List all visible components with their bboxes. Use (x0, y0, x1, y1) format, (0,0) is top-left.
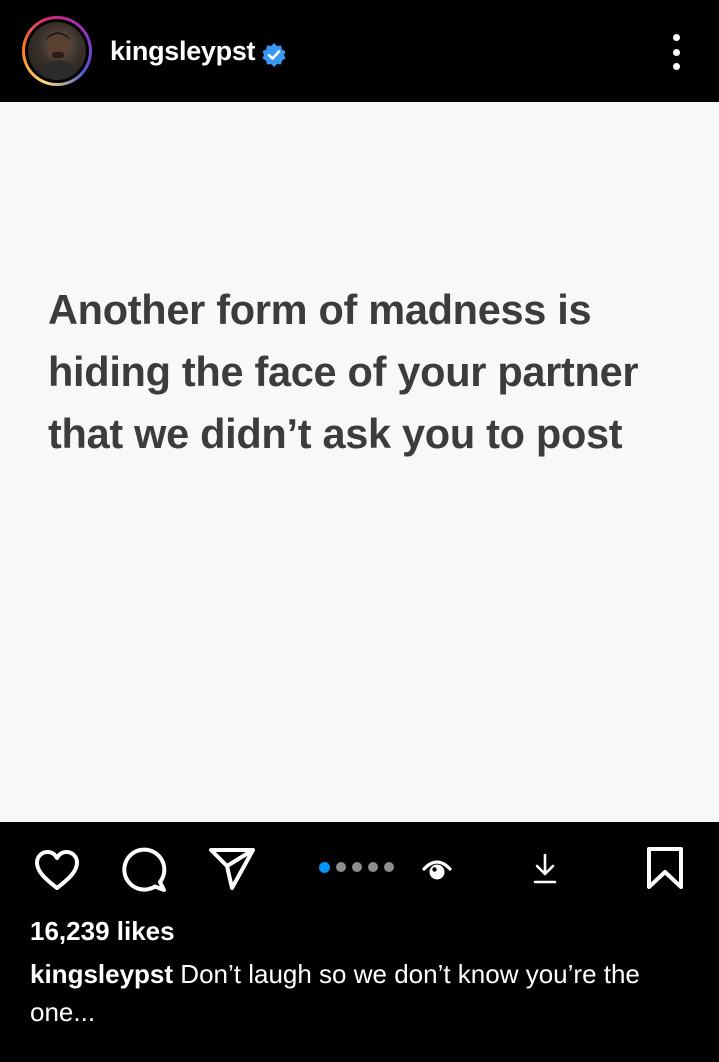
eye-view-icon[interactable] (421, 855, 453, 883)
like-count[interactable]: 16,239 likes (30, 916, 175, 947)
carousel-indicator (319, 861, 394, 873)
post-image[interactable]: Another form of madness is hiding the fa… (0, 102, 719, 822)
carousel-dot (336, 862, 346, 872)
username[interactable]: kingsleypst (110, 36, 256, 67)
post-text-line: hiding the face of your partner (48, 348, 639, 395)
story-ring[interactable] (22, 16, 92, 86)
post-text: Another form of madness is hiding the fa… (48, 279, 708, 465)
like-heart-icon[interactable] (34, 849, 80, 891)
post-text-line: Another form of madness is (48, 286, 592, 333)
post-header: kingsleypst (0, 0, 719, 102)
caption-username[interactable]: kingsleypst (30, 959, 173, 989)
comment-icon[interactable] (121, 846, 169, 894)
verified-badge-icon (262, 43, 286, 67)
save-bookmark-icon[interactable] (645, 846, 685, 890)
carousel-dot (384, 862, 394, 872)
more-options-icon[interactable] (664, 34, 688, 70)
caption: kingsleypst Don’t laugh so we don’t know… (30, 955, 690, 1031)
download-icon[interactable] (531, 852, 559, 886)
post-text-line: that we didn’t ask you to post (48, 410, 623, 457)
carousel-dot (319, 861, 330, 873)
avatar[interactable] (28, 22, 86, 80)
share-send-icon[interactable] (207, 846, 257, 892)
carousel-dot (368, 862, 378, 872)
carousel-dot (352, 862, 362, 872)
